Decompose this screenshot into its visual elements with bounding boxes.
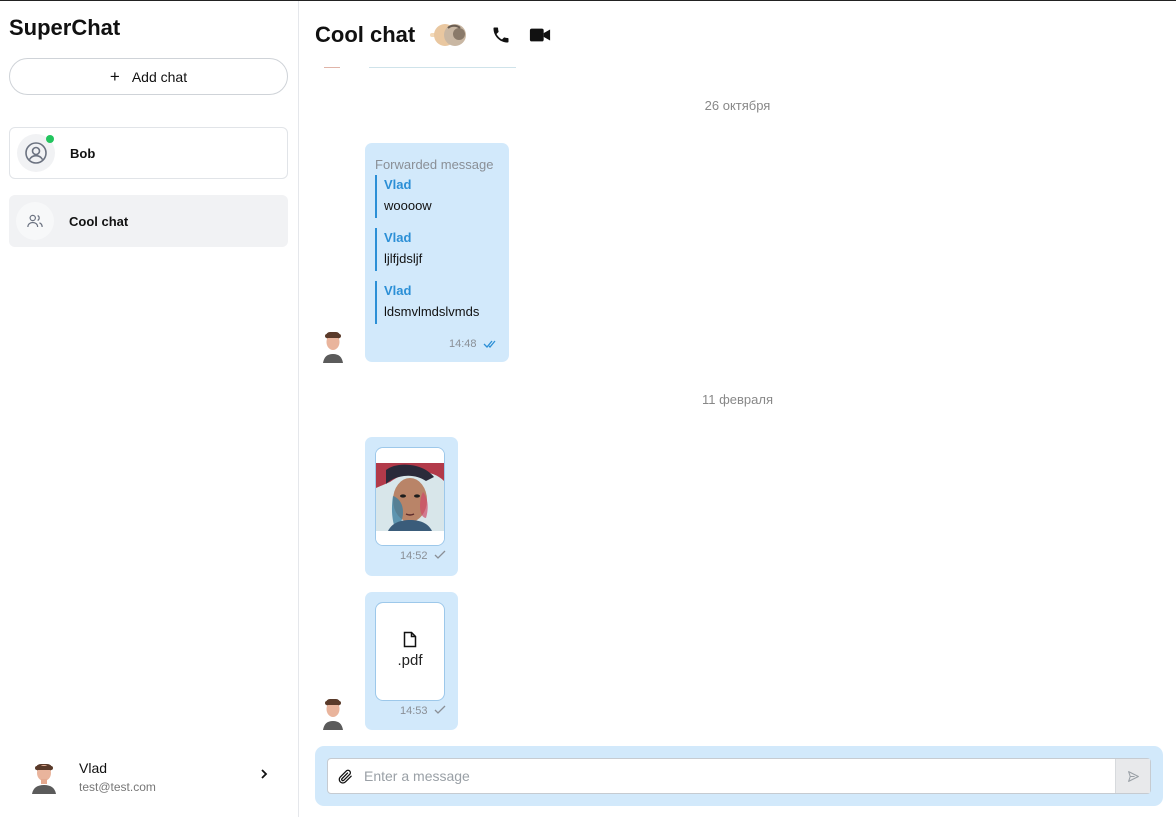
plus-icon: +: [109, 67, 120, 86]
send-icon: [1127, 770, 1139, 782]
chat-avatar: [17, 134, 55, 172]
file-attachment[interactable]: .pdf: [375, 602, 445, 701]
chat-item-cool-chat[interactable]: Cool chat: [9, 195, 288, 247]
profile-email: test@test.com: [79, 780, 156, 794]
chat-item-bob[interactable]: Bob: [9, 127, 288, 179]
message-time: 14:53: [400, 705, 428, 717]
sender-avatar: [323, 699, 343, 730]
forwarded-label: Forwarded message: [375, 157, 494, 172]
video-call-icon[interactable]: [529, 25, 551, 45]
check-icon: [434, 550, 446, 559]
forwarded-quote: Vlad ljlfjdsljf: [375, 228, 495, 271]
add-chat-label: Add chat: [131, 68, 188, 85]
file-message-bubble[interactable]: .pdf 14:53: [365, 592, 458, 730]
phone-call-icon[interactable]: [491, 25, 511, 45]
chevron-right-icon: [261, 769, 268, 779]
message-time: 14:48: [449, 338, 477, 350]
quote-text: ljlfjdsljf: [384, 251, 423, 266]
group-icon: [27, 214, 43, 228]
message-input-box: [327, 758, 1151, 794]
chat-panel: Cool chat 26 октября Forwarded message V…: [299, 1, 1176, 817]
forwarded-quote: Vlad ldsmvlmdslvmds: [375, 281, 495, 324]
chat-name: Bob: [70, 145, 96, 161]
user-icon: [25, 142, 47, 164]
chat-avatar: [16, 202, 54, 240]
quote-author: Vlad: [384, 283, 412, 298]
file-icon: [403, 631, 417, 648]
forwarded-message-bubble[interactable]: Forwarded message Vlad woooow Vlad ljlfj…: [365, 143, 509, 362]
quote-author: Vlad: [384, 177, 412, 192]
app-title: SuperChat: [9, 15, 121, 40]
online-indicator: [46, 135, 54, 143]
file-extension: .pdf: [397, 652, 423, 669]
image-attachment[interactable]: [375, 447, 445, 546]
chat-title: Cool chat: [315, 22, 416, 47]
sender-avatar: [323, 332, 343, 363]
message-input[interactable]: [364, 759, 1114, 793]
portrait-image: [376, 448, 444, 545]
image-message-bubble[interactable]: 14:52: [365, 437, 458, 576]
clipped-message-edge: [369, 67, 516, 68]
profile-name: Vlad: [79, 760, 108, 776]
add-chat-button[interactable]: + Add chat: [9, 58, 288, 95]
message-list[interactable]: 26 октября Forwarded message Vlad woooow…: [299, 61, 1176, 743]
date-separator: 11 февраля: [701, 392, 774, 407]
double-check-icon: [483, 340, 496, 348]
quote-author: Vlad: [384, 230, 412, 245]
quote-text: woooow: [384, 198, 432, 213]
forwarded-quote: Vlad woooow: [375, 175, 495, 218]
clipped-avatar-edge: [324, 67, 340, 68]
app: SuperChat + Add chat Bob Cool chat Vlad …: [0, 0, 1176, 817]
paperclip-icon[interactable]: [337, 768, 354, 785]
check-icon: [434, 705, 446, 714]
avatar: [32, 764, 56, 794]
send-button[interactable]: [1115, 759, 1150, 793]
quote-text: ldsmvlmdslvmds: [384, 304, 480, 319]
sidebar: SuperChat + Add chat Bob Cool chat Vlad …: [0, 1, 299, 817]
message-time: 14:52: [400, 550, 428, 562]
profile-button[interactable]: Vlad test@test.com: [0, 746, 298, 806]
group-avatar: [430, 24, 466, 46]
message-composer: [315, 746, 1163, 806]
date-separator: 26 октября: [704, 98, 771, 113]
chat-name: Cool chat: [69, 213, 129, 229]
